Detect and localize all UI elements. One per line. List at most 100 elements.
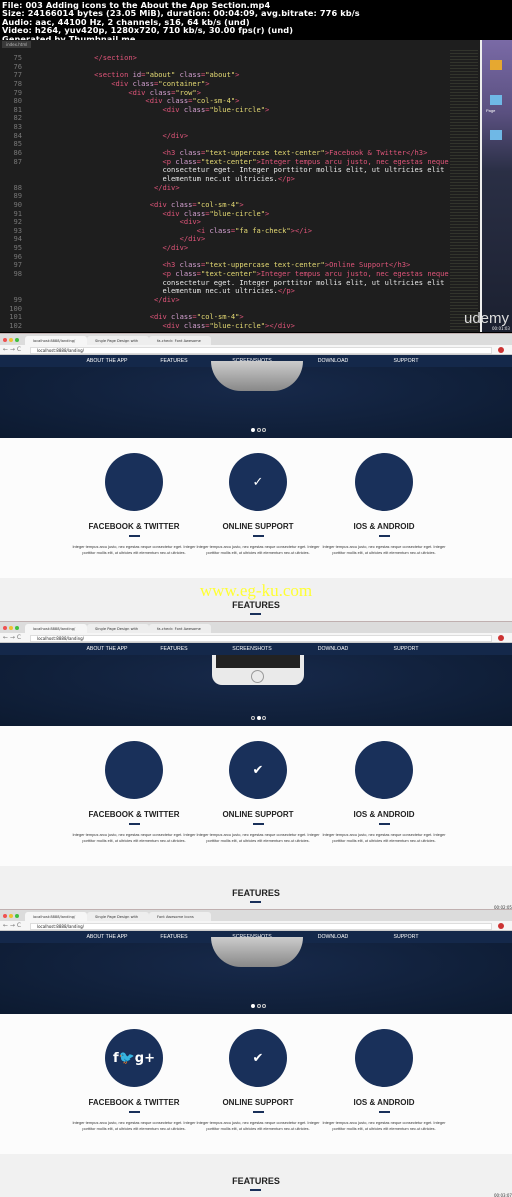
features-heading: FEATURES — [232, 600, 280, 610]
feature-card: IOS & ANDROID Integer tempus arcu justo,… — [319, 1014, 449, 1132]
nav-link[interactable]: SUPPORT — [394, 933, 419, 941]
card-text: Integer tempus arcu justo, nec egestas n… — [322, 543, 446, 555]
minimize-window-button[interactable] — [9, 338, 13, 342]
extension-icon[interactable] — [498, 347, 504, 353]
maximize-window-button[interactable] — [15, 338, 19, 342]
slider-dot[interactable] — [251, 716, 255, 720]
line-number: 102 — [9, 320, 22, 330]
about-section: FACEBOOK & TWITTER Integer tempus arcu j… — [0, 438, 512, 578]
url-input[interactable]: localhost:8888/landing/ — [30, 922, 492, 930]
nav-link[interactable]: SUPPORT — [394, 645, 419, 653]
slider-dot[interactable] — [251, 428, 255, 432]
code-line: 102 <div class="blue-circle"></div> — [0, 320, 480, 331]
line-number: 87 — [13, 156, 22, 166]
blue-circle-icon: f🐦g+ — [105, 1029, 163, 1087]
blue-circle-icon — [355, 453, 413, 511]
blue-circle-icon — [105, 741, 163, 799]
feature-card: IOS & ANDROID Integer tempus arcu justo,… — [319, 726, 449, 844]
folder-icon — [490, 60, 502, 70]
slider-dot[interactable] — [262, 428, 266, 432]
address-bar-row: ← → C localhost:8888/landing/ — [0, 345, 512, 355]
card-text: Integer tempus arcu justo, nec egestas n… — [322, 1119, 446, 1131]
nav-link[interactable]: DOWNLOAD — [318, 357, 349, 365]
nav-link[interactable]: FEATURES — [160, 645, 187, 653]
title-underline — [378, 535, 390, 537]
blue-circle-icon — [355, 741, 413, 799]
extension-icon[interactable] — [498, 635, 504, 641]
title-underline — [378, 1111, 390, 1113]
card-icon: ✔ — [252, 762, 264, 778]
card-text: Integer tempus arcu justo, nec egestas n… — [72, 831, 196, 843]
minimize-window-button[interactable] — [9, 626, 13, 630]
about-section: f🐦g+ FACEBOOK & TWITTER Integer tempus a… — [0, 1014, 512, 1154]
card-title: ONLINE SUPPORT — [222, 522, 294, 531]
feature-card: FACEBOOK & TWITTER Integer tempus arcu j… — [69, 726, 199, 844]
url-input[interactable]: localhost:8888/landing/ — [30, 634, 492, 642]
close-window-button[interactable] — [3, 338, 7, 342]
code-line: 75 </section> — [0, 53, 480, 63]
feature-card: FACEBOOK & TWITTER Integer tempus arcu j… — [69, 438, 199, 556]
code-text: </div> — [153, 294, 180, 304]
slider-dot[interactable] — [262, 716, 266, 720]
back-forward-reload-icons[interactable]: ← → C — [3, 634, 21, 641]
nav-link[interactable]: DOWNLOAD — [318, 933, 349, 941]
title-underline — [252, 535, 264, 537]
feature-card: ✔ ONLINE SUPPORT Integer tempus arcu jus… — [193, 726, 323, 844]
code-text: </div> — [162, 243, 189, 253]
url-input[interactable]: localhost:8888/landing/ — [30, 346, 492, 354]
nav-link[interactable]: ABOUT THE APP — [86, 357, 127, 365]
nav-link[interactable]: SUPPORT — [394, 357, 419, 365]
desktop-strip: Page — [480, 40, 512, 332]
file-info-header: File: 003 Adding icons to the About the … — [2, 1, 360, 43]
close-window-button[interactable] — [3, 626, 7, 630]
desktop-label: Page — [486, 108, 496, 113]
back-forward-reload-icons[interactable]: ← → C — [3, 346, 21, 353]
nav-link[interactable]: ABOUT THE APP — [86, 933, 127, 941]
extension-icon[interactable] — [498, 923, 504, 929]
features-heading: FEATURES — [232, 1176, 280, 1186]
close-window-button[interactable] — [3, 914, 7, 918]
slider-dot[interactable] — [262, 1004, 266, 1008]
nav-link[interactable]: ABOUT THE APP — [86, 645, 127, 653]
card-icon: ✔ — [252, 1050, 264, 1066]
slider-dots — [251, 716, 266, 720]
code-line: 88 </div> — [0, 183, 480, 193]
code-line: 95 </div> — [0, 243, 480, 253]
minimap[interactable] — [450, 48, 478, 330]
nav-link[interactable]: FEATURES — [160, 933, 187, 941]
maximize-window-button[interactable] — [15, 626, 19, 630]
back-forward-reload-icons[interactable]: ← → C — [3, 922, 21, 929]
card-text: Integer tempus arcu justo, nec egestas n… — [72, 543, 196, 555]
title-underline — [252, 1111, 264, 1113]
slider-dot[interactable] — [256, 1004, 261, 1008]
slider-dots — [251, 428, 266, 432]
slider-dot[interactable] — [251, 1004, 255, 1008]
slider-dot[interactable] — [256, 716, 261, 720]
browser-frame: localhost:8888/landing/Single Page Desig… — [0, 621, 512, 909]
line-number: 98 — [13, 269, 22, 279]
blue-circle-icon: ✔ — [229, 741, 287, 799]
code-area[interactable]: 75 </section> 76 77 <section id="about" cl… — [0, 53, 480, 331]
file-icon — [490, 130, 502, 140]
tab-bar: localhost:8888/landing/Single Page Desig… — [0, 621, 512, 634]
card-title: FACEBOOK & TWITTER — [88, 810, 180, 819]
editor-tab[interactable]: index.html — [2, 41, 32, 48]
card-icon: f🐦g+ — [112, 1050, 156, 1066]
nav-link[interactable]: FEATURES — [160, 357, 187, 365]
title-underline — [128, 823, 140, 825]
card-title: FACEBOOK & TWITTER — [88, 522, 180, 531]
browser-frame: localhost:8888/landing/Single Page Desig… — [0, 333, 512, 621]
address-bar-row: ← → C localhost:8888/landing/ — [0, 633, 512, 643]
card-title: ONLINE SUPPORT — [222, 810, 294, 819]
maximize-window-button[interactable] — [15, 914, 19, 918]
minimize-window-button[interactable] — [9, 914, 13, 918]
hero-slider — [0, 937, 512, 1014]
nav-link[interactable]: SCREENSHOTS — [232, 645, 272, 653]
nav-link[interactable]: DOWNLOAD — [318, 645, 349, 653]
slider-dot[interactable] — [256, 428, 261, 432]
